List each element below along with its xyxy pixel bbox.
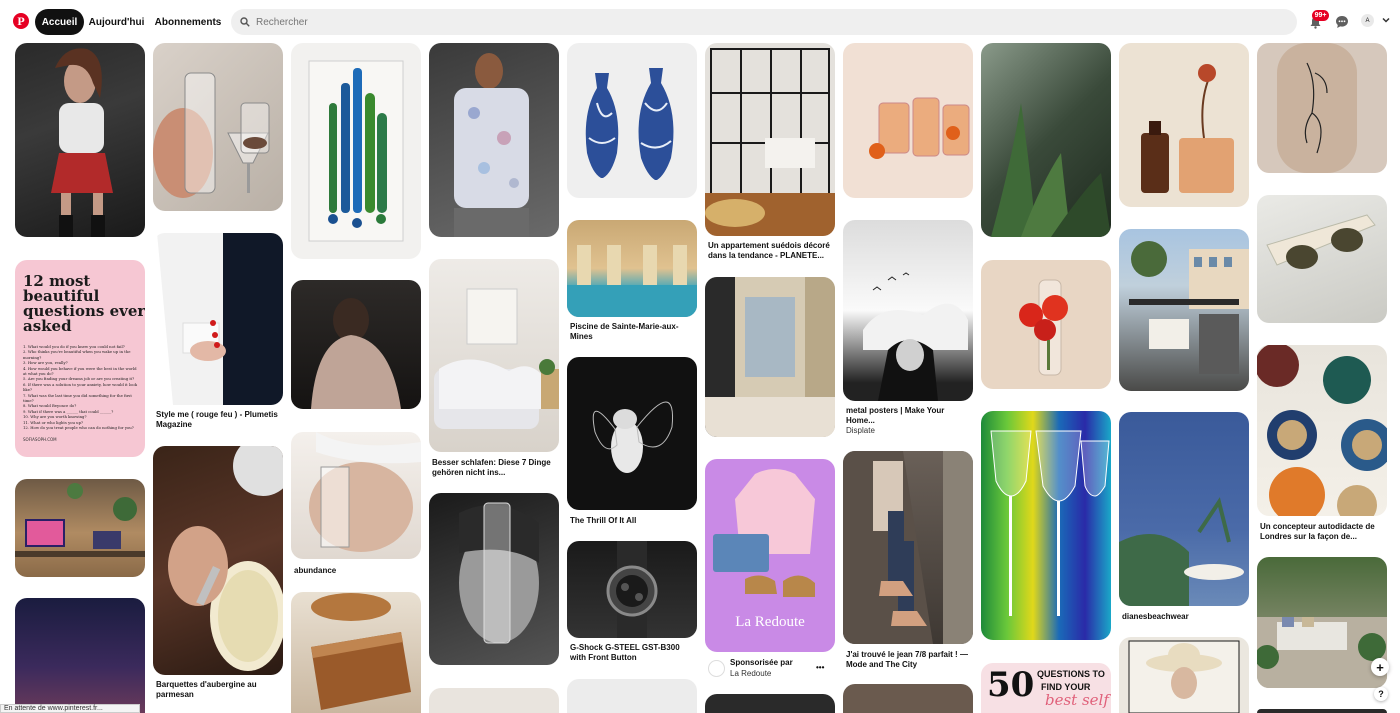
questions-list: 1. What would you do if you knew you cou… bbox=[23, 344, 138, 431]
profile-avatar[interactable]: A bbox=[1361, 14, 1374, 27]
la-redoute-avatar[interactable] bbox=[708, 660, 725, 677]
pin-title-gshock[interactable]: G-Shock G-STEEL GST-B300 with Front Butt… bbox=[567, 643, 697, 663]
pin-image-glass-face[interactable] bbox=[291, 432, 421, 559]
pin-image-red-flowers-glass[interactable] bbox=[981, 260, 1111, 389]
pin-title-concepteur[interactable]: Un concepteur autodidacte de Londres sur… bbox=[1257, 522, 1387, 542]
pin-image-patio[interactable] bbox=[1257, 557, 1387, 688]
questions-title: 12 most beautiful questions ever asked bbox=[23, 272, 145, 335]
pin-image-flower-bottles[interactable] bbox=[1119, 43, 1249, 207]
fifty-script: best self bbox=[1045, 691, 1109, 709]
pin-image-vases[interactable] bbox=[567, 43, 697, 198]
pin-image-cake[interactable] bbox=[291, 592, 421, 713]
pin-image-jean-78[interactable] bbox=[843, 451, 973, 644]
pin-image-pool-hall[interactable] bbox=[567, 220, 697, 317]
pin-image-bw-portrait-glass[interactable] bbox=[429, 493, 559, 665]
pin-image-bedroom-curtains[interactable] bbox=[705, 277, 835, 437]
pin-image-fashion-red-skirt[interactable] bbox=[15, 43, 145, 237]
pin-sponsored-label: Sponsorisée par bbox=[730, 658, 793, 667]
pin-title-style-me[interactable]: Style me ( rouge feu ) - Plumetis Magazi… bbox=[153, 410, 283, 430]
messages-icon[interactable] bbox=[1333, 13, 1351, 31]
chevron-down-icon[interactable] bbox=[1381, 15, 1391, 25]
fifty-line1: QUESTIONS TO bbox=[1037, 669, 1105, 679]
pin-title-abundance[interactable]: abundance bbox=[291, 566, 421, 576]
pin-image-bottles[interactable] bbox=[291, 43, 421, 259]
pin-image-floral-shirt-man[interactable] bbox=[429, 43, 559, 237]
pin-image-partial-bottom-6[interactable] bbox=[705, 694, 835, 713]
pin-image-gshock-watch[interactable] bbox=[567, 541, 697, 638]
pin-title-besser[interactable]: Besser schlafen: Diese 7 Dinge gehören n… bbox=[429, 458, 559, 478]
pin-title-dianes[interactable]: dianesbeachwear bbox=[1119, 612, 1249, 622]
pin-image-tattoo-arm[interactable] bbox=[1257, 43, 1387, 173]
pin-title-jean[interactable]: J'ai trouvé le jean 7/8 parfait ! — Mode… bbox=[843, 650, 973, 670]
more-options-button[interactable]: ••• bbox=[816, 663, 824, 672]
pin-image-woman-back[interactable] bbox=[291, 280, 421, 409]
pin-image-partial-bottom-5[interactable] bbox=[567, 679, 697, 713]
pin-fifty-questions[interactable]: 50 QUESTIONS TO FIND YOUR best self bbox=[981, 663, 1111, 713]
pin-image-balcony[interactable] bbox=[1119, 229, 1249, 391]
pin-image-glasses-face[interactable] bbox=[153, 43, 283, 211]
pin-image-la-redoute-ad[interactable]: La Redoute bbox=[705, 459, 835, 652]
pin-image-greenery-light[interactable] bbox=[981, 43, 1111, 237]
pin-image-orange-drinks[interactable] bbox=[843, 43, 973, 198]
pin-title-metal-posters[interactable]: metal posters | Make Your Home... bbox=[843, 406, 973, 426]
browser-status-bar: En attente de www.pinterest.fr... bbox=[0, 704, 140, 713]
pin-image-partial-bottom-7[interactable] bbox=[843, 684, 973, 713]
pin-source-displate[interactable]: Displate bbox=[843, 426, 973, 435]
pin-title-piscine[interactable]: Piscine de Sainte-Marie-aux-Mines bbox=[567, 322, 697, 342]
pin-title-appartement[interactable]: Un appartement suédois décoré dans la te… bbox=[705, 241, 835, 261]
nav-following-button[interactable]: Abonnements bbox=[155, 9, 222, 35]
search-bar[interactable] bbox=[231, 9, 1297, 35]
pin-sponsor-name[interactable]: La Redoute bbox=[727, 669, 817, 678]
create-plus-button[interactable]: + bbox=[1371, 658, 1389, 676]
nav-today-button[interactable]: Aujourd'hui bbox=[89, 9, 145, 35]
pin-image-partial-bottom-4[interactable] bbox=[429, 688, 559, 713]
nav-home-button[interactable]: Accueil bbox=[35, 9, 84, 35]
fifty-number: 50 bbox=[987, 665, 1035, 705]
la-redoute-ad-logo: La Redoute bbox=[735, 614, 805, 630]
pin-title-barquettes[interactable]: Barquettes d'aubergine au parmesan bbox=[153, 680, 283, 700]
pin-questions-poster[interactable]: 12 most beautiful questions ever asked 1… bbox=[15, 260, 145, 457]
pin-image-fly-xray[interactable] bbox=[567, 357, 697, 510]
pin-image-dark-sky[interactable] bbox=[15, 598, 145, 713]
pinterest-logo[interactable]: P bbox=[13, 13, 29, 29]
pin-image-rainbow-glasses[interactable] bbox=[981, 411, 1111, 640]
pin-image-metal-poster-clouds[interactable] bbox=[843, 220, 973, 401]
pin-image-swedish-apartment[interactable] bbox=[705, 43, 835, 236]
pin-image-beach-glitter[interactable] bbox=[1119, 412, 1249, 606]
pin-image-hat-woman[interactable] bbox=[1119, 637, 1249, 713]
top-bar: P Accueil Aujourd'hui Abonnements 99+ A bbox=[0, 0, 1400, 43]
pin-image-bedroom[interactable] bbox=[429, 259, 559, 452]
pin-image-partial-bottom-10[interactable] bbox=[1257, 709, 1387, 713]
pin-title-thrill[interactable]: The Thrill Of It All bbox=[567, 516, 697, 526]
search-icon bbox=[240, 17, 250, 27]
help-button[interactable]: ? bbox=[1374, 687, 1388, 701]
questions-footer: SOFIASOPH.COM bbox=[23, 436, 57, 442]
pin-image-sunglasses[interactable] bbox=[1257, 195, 1387, 323]
search-input[interactable] bbox=[256, 16, 1156, 28]
pin-image-colorful-stools[interactable] bbox=[1257, 345, 1387, 516]
notifications-badge: 99+ bbox=[1312, 10, 1329, 21]
pin-image-white-shirt-cuff[interactable] bbox=[153, 233, 283, 405]
pin-image-desk-setup[interactable] bbox=[15, 479, 145, 577]
pin-image-eggplant[interactable] bbox=[153, 446, 283, 675]
